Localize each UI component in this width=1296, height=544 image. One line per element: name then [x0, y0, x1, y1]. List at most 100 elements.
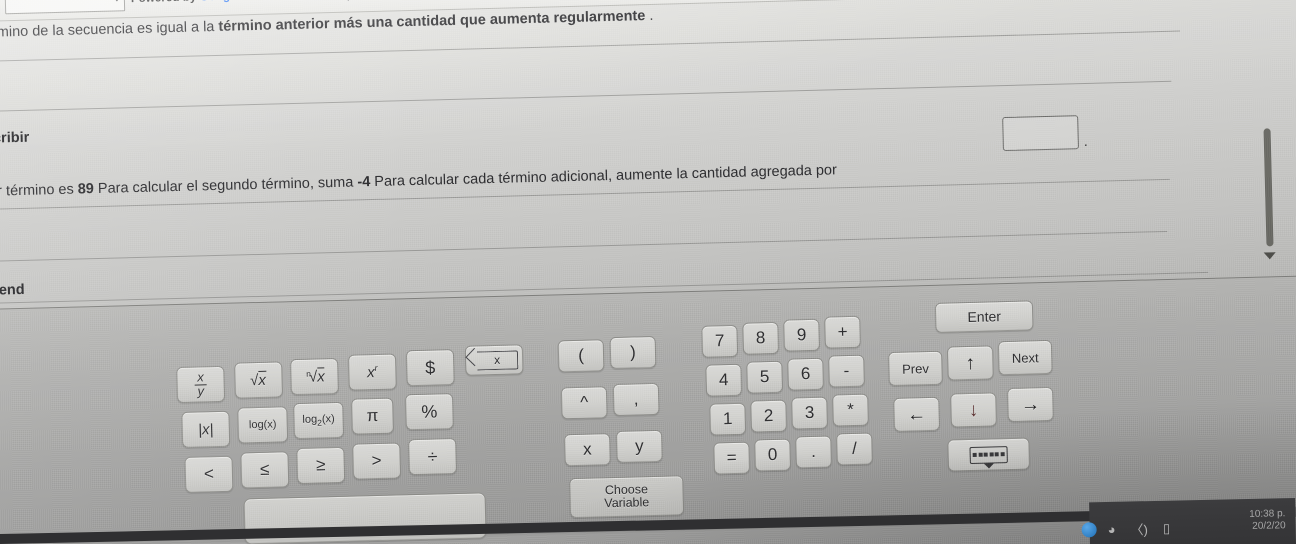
breadcrumb[interactable]: < Descripción general de la unidad — [297, 0, 506, 2]
digit-6-label: 6 — [800, 364, 811, 384]
answer-input[interactable] — [1002, 115, 1079, 152]
absolute-value-glyph: |x| — [197, 420, 214, 439]
divide-key[interactable]: ÷ — [408, 438, 457, 476]
backspace-label: x — [493, 352, 501, 368]
first-term-value: 89 — [77, 181, 95, 198]
google-wordmark: Google — [200, 0, 241, 3]
plus-key[interactable]: + — [824, 315, 861, 349]
divider — [0, 230, 1168, 263]
less-than-glyph: < — [203, 464, 215, 484]
choose-variable-button[interactable]: Choose Variable — [569, 475, 685, 519]
open-paren-key[interactable]: ( — [557, 339, 605, 373]
digit-7-key[interactable]: 7 — [701, 324, 739, 358]
variable-y-key[interactable]: y — [615, 429, 663, 463]
backspace-key[interactable]: x — [464, 344, 524, 376]
digit-0-key[interactable]: 0 — [754, 438, 792, 472]
statement-end: . — [645, 7, 654, 25]
square-root-glyph: √x — [249, 370, 268, 389]
less-equal-key[interactable]: ≤ — [240, 451, 290, 489]
decimal-point-label: . — [810, 441, 817, 462]
greater-than-key[interactable]: > — [352, 442, 402, 480]
divider — [0, 80, 1172, 113]
close-paren-glyph: ) — [629, 342, 637, 362]
digit-4-label: 4 — [718, 370, 729, 390]
prev-key[interactable]: Prev — [888, 350, 943, 387]
caret-key[interactable]: ^ — [560, 386, 608, 420]
caret-glyph: ^ — [579, 392, 589, 412]
square-root-key[interactable]: √x — [234, 361, 284, 399]
enter-key[interactable]: Enter — [934, 300, 1034, 333]
variable-x-glyph: x — [582, 439, 592, 459]
decimal-point-key[interactable]: . — [795, 435, 832, 469]
wifi-icon[interactable]: ◕ — [1107, 522, 1115, 537]
equals-key[interactable]: = — [713, 441, 751, 475]
slash-key[interactable]: / — [836, 432, 873, 466]
plus-label: + — [837, 322, 848, 342]
less-than-key[interactable]: < — [184, 455, 234, 493]
digit-6-key[interactable]: 6 — [787, 357, 824, 391]
dollar-key[interactable]: $ — [405, 349, 455, 387]
digit-2-key[interactable]: 2 — [750, 399, 788, 433]
variable-x-key[interactable]: x — [564, 433, 611, 467]
greater-equal-key[interactable]: ≥ — [296, 446, 346, 485]
clock-date: 20/2/20 — [1252, 520, 1286, 532]
multiply-key[interactable]: * — [832, 393, 869, 427]
fraction-key[interactable]: x y — [176, 365, 226, 404]
arrow-up-key[interactable]: ↑ — [946, 345, 994, 381]
minus-label: - — [843, 361, 850, 381]
system-tray: ◕ 〈) ▯ — [1107, 519, 1170, 539]
language-select[interactable] — [4, 0, 126, 15]
arrow-left-key[interactable]: ← — [893, 396, 941, 432]
dollar-glyph: $ — [425, 357, 436, 378]
digit-1-key[interactable]: 1 — [709, 402, 747, 436]
digit-4-key[interactable]: 4 — [705, 363, 743, 397]
digit-7-label: 7 — [714, 331, 725, 351]
arrow-left-icon: ← — [906, 403, 927, 426]
comma-key[interactable]: , — [612, 382, 660, 417]
pi-glyph: π — [366, 405, 379, 426]
arrow-down-key[interactable]: ↓ — [950, 392, 997, 428]
computer-screen: Powered by Google Translate < Descripció… — [0, 0, 1296, 544]
digit-1-label: 1 — [722, 409, 733, 429]
digit-3-key[interactable]: 3 — [791, 396, 828, 430]
next-key[interactable]: Next — [997, 339, 1053, 376]
digit-9-label: 9 — [796, 325, 807, 345]
digit-9-key[interactable]: 9 — [783, 318, 820, 352]
exponent-key[interactable]: xr — [347, 353, 397, 391]
hide-keyboard-key[interactable] — [947, 437, 1031, 472]
powered-by-google-translate: Powered by Google Translate — [131, 0, 295, 5]
multiply-label: * — [846, 399, 855, 420]
minus-key[interactable]: - — [828, 354, 865, 388]
nth-root-key[interactable]: n√x — [290, 357, 339, 396]
app-indicator-icon[interactable] — [1081, 522, 1097, 538]
digit-5-label: 5 — [759, 367, 770, 387]
describe-text-3: Para calcular cada término adicional, au… — [370, 162, 838, 191]
arrow-right-icon: → — [1020, 393, 1041, 416]
arrow-down-icon: ↓ — [968, 399, 979, 421]
taskbar-clock[interactable]: 10:38 p. 20/2/20 — [1249, 508, 1286, 533]
percent-key[interactable]: % — [404, 393, 454, 431]
chevron-down-icon — [983, 463, 995, 469]
variable-y-glyph: y — [634, 436, 644, 456]
arrow-right-key[interactable]: → — [1006, 386, 1054, 423]
absolute-value-key[interactable]: |x| — [181, 410, 231, 448]
digit-0-label: 0 — [767, 444, 778, 465]
keyboard-icon — [969, 445, 1008, 464]
log-base-key[interactable]: log2(x) — [293, 401, 345, 440]
fraction-glyph: x y — [194, 370, 207, 398]
digit-8-key[interactable]: 8 — [742, 321, 780, 355]
battery-icon[interactable]: ▯ — [1163, 520, 1170, 536]
close-paren-key[interactable]: ) — [609, 335, 657, 370]
digit-8-label: 8 — [755, 328, 766, 348]
pi-key[interactable]: π — [351, 397, 394, 435]
less-equal-glyph: ≤ — [259, 459, 270, 479]
volume-icon[interactable]: 〈) — [1130, 519, 1148, 538]
scroll-down-arrow-icon[interactable] — [1263, 252, 1276, 260]
equals-label: = — [726, 447, 737, 468]
greater-equal-glyph: ≥ — [315, 455, 326, 475]
digit-5-key[interactable]: 5 — [746, 360, 784, 394]
add-amount-value: -4 — [357, 174, 371, 191]
log-key[interactable]: log(x) — [237, 406, 289, 444]
arrow-up-icon: ↑ — [965, 352, 976, 374]
chevron-down-icon — [112, 0, 121, 2]
